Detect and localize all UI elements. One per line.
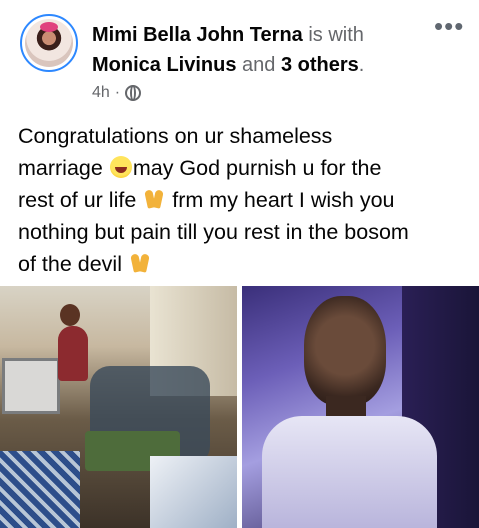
photo-white-cloth [150, 456, 237, 528]
avatar-bow [40, 22, 58, 32]
photo-white-shirt [262, 416, 437, 528]
post-text-line-2b: may God purnish u for the [132, 156, 382, 180]
post-text-line-2: marriage [18, 156, 103, 180]
post-photo-right[interactable] [242, 286, 479, 528]
meta-separator: · [114, 84, 121, 101]
post-meta: 4h · [92, 84, 142, 102]
post-text-line-1: Congratulations on ur shameless [18, 124, 333, 148]
more-options-icon[interactable]: ••• [434, 13, 464, 39]
laughing-emoji-icon [109, 156, 132, 178]
post-text-line-3b: frm my heart I wish you [172, 188, 395, 212]
post-photo-left[interactable] [0, 286, 237, 528]
title-period: . [358, 54, 365, 76]
author-name-link[interactable]: Mimi Bella John Terna [92, 24, 303, 46]
tagged-user-link[interactable]: Monica Livinus [92, 54, 236, 76]
post-text-line-4: nothing but pain till you rest in the bo… [18, 220, 409, 244]
praying-hands-emoji-icon [144, 188, 164, 210]
post-time[interactable]: 4h [92, 84, 110, 102]
photo-woman-red-top [58, 326, 88, 381]
post-header: Mimi Bella John Terna is with Monica Liv… [0, 0, 479, 110]
praying-hands-emoji-icon [130, 252, 150, 274]
photo-man-head [304, 296, 386, 406]
globe-icon [125, 85, 142, 101]
with-text: is with [308, 24, 364, 46]
and-text: and [242, 54, 276, 76]
post-title-line: Mimi Bella John Terna is with Monica Liv… [92, 20, 432, 80]
post-text-line-5: of the devil [18, 252, 122, 276]
photo-patterned-cloth [0, 451, 80, 528]
post-body-text: Congratulations on ur shameless marriage… [18, 120, 468, 280]
author-avatar[interactable] [20, 14, 78, 72]
photo-tv [2, 358, 60, 414]
post-text-line-3: rest of ur life [18, 188, 137, 212]
photo-woman-head [60, 304, 80, 326]
others-link[interactable]: 3 others [281, 54, 359, 76]
